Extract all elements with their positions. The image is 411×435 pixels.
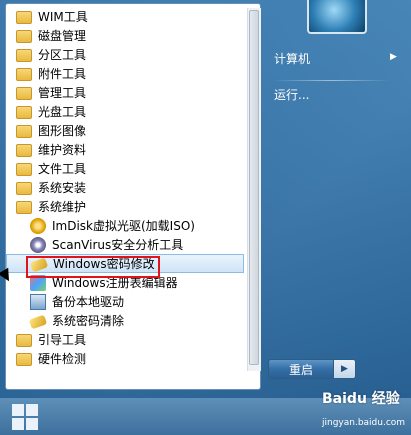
menu-item-system-maintenance[interactable]: 系统维护 — [6, 197, 244, 216]
menu-item-label: 维护资料 — [38, 143, 87, 157]
menu-item-imdisk[interactable]: ImDisk虚拟光驱(加载ISO) — [6, 216, 244, 235]
menu-item-label: ImDisk虚拟光驱(加载ISO) — [52, 219, 195, 233]
menu-item-backup-drivers[interactable]: 备份本地驱动 — [6, 292, 244, 311]
registry-icon — [30, 274, 46, 291]
menu-item-hardware-check[interactable]: 硬件检测 — [6, 349, 244, 368]
folder-icon — [16, 67, 32, 81]
menu-item-disc-tools[interactable]: 光盘工具 — [6, 102, 244, 121]
menu-item-label: 光盘工具 — [38, 105, 87, 119]
shutdown-options-button[interactable]: ▶ — [334, 359, 356, 379]
key-icon — [28, 314, 48, 330]
menu-item-label: WIM工具 — [38, 10, 88, 24]
right-panel-separator — [272, 80, 390, 81]
start-button-windows-icon[interactable] — [10, 402, 40, 432]
menu-item-maintenance-docs[interactable]: 维护资料 — [6, 140, 244, 159]
user-avatar[interactable] — [307, 0, 367, 34]
folder-icon — [16, 86, 32, 100]
backup-icon — [30, 293, 46, 310]
menu-item-registry-editor[interactable]: Windows注册表编辑器 — [6, 273, 244, 292]
menu-item-admin-tools[interactable]: 管理工具 — [6, 83, 244, 102]
menu-item-windows-password[interactable]: Windows密码修改 — [6, 254, 244, 273]
scan-icon — [30, 236, 46, 253]
folder-icon — [16, 124, 32, 138]
menu-item-partition-tools[interactable]: 分区工具 — [6, 45, 244, 64]
folder-icon — [16, 29, 32, 43]
watermark-url: jingyan.baidu.com — [322, 418, 406, 428]
programs-scrollbar[interactable] — [247, 8, 261, 371]
watermark-logo: Baidu 经验 — [322, 391, 400, 407]
menu-item-label: 引导工具 — [38, 333, 87, 347]
menu-item-label: 备份本地驱动 — [52, 295, 125, 309]
menu-item-label: 磁盘管理 — [38, 29, 87, 43]
menu-item-label: 系统密码清除 — [52, 314, 125, 328]
menu-item-graphics[interactable]: 图形图像 — [6, 121, 244, 140]
folder-open-icon — [16, 200, 32, 214]
menu-item-boot-tools[interactable]: 引导工具 — [6, 330, 244, 349]
menu-item-label: 硬件检测 — [38, 352, 87, 366]
folder-icon — [16, 162, 32, 176]
menu-item-label: 文件工具 — [38, 162, 87, 176]
menu-item-label: 管理工具 — [38, 86, 87, 100]
folder-icon — [16, 333, 32, 347]
folder-icon — [16, 143, 32, 157]
menu-item-label: ScanVirus安全分析工具 — [52, 238, 184, 252]
menu-item-accessories[interactable]: 附件工具 — [6, 64, 244, 83]
folder-icon — [16, 48, 32, 62]
folder-icon — [16, 10, 32, 24]
scrollbar-thumb[interactable] — [249, 10, 259, 365]
menu-item-password-clear[interactable]: 系统密码清除 — [6, 311, 244, 330]
chevron-right-icon: ▶ — [390, 52, 397, 62]
menu-item-file-tools[interactable]: 文件工具 — [6, 159, 244, 178]
menu-item-disk-management[interactable]: 磁盘管理 — [6, 26, 244, 45]
disk-icon — [30, 217, 46, 234]
menu-item-scanvirus[interactable]: ScanVirus安全分析工具 — [6, 235, 244, 254]
menu-item-label: Windows密码修改 — [53, 257, 155, 271]
menu-item-system-install[interactable]: 系统安装 — [6, 178, 244, 197]
folder-icon — [16, 105, 32, 119]
menu-item-label: Windows注册表编辑器 — [52, 276, 178, 290]
computer-link[interactable]: 计算机 — [274, 50, 310, 67]
folder-icon — [16, 352, 32, 366]
menu-item-wim-tools[interactable]: WIM工具 — [6, 7, 244, 26]
programs-tree: WIM工具 磁盘管理 分区工具 附件工具 管理工具 光盘工具 图形图像 维护资料… — [6, 7, 244, 368]
menu-item-label: 附件工具 — [38, 67, 87, 81]
run-link[interactable]: 运行... — [274, 86, 309, 103]
programs-panel: WIM工具 磁盘管理 分区工具 附件工具 管理工具 光盘工具 图形图像 维护资料… — [5, 3, 261, 390]
key-icon — [29, 257, 49, 273]
menu-item-label: 图形图像 — [38, 124, 87, 138]
folder-icon — [16, 181, 32, 195]
menu-item-label: 系统维护 — [38, 200, 87, 214]
restart-button[interactable]: 重启 — [268, 359, 334, 379]
menu-item-label: 系统安装 — [38, 181, 87, 195]
menu-item-label: 分区工具 — [38, 48, 87, 62]
